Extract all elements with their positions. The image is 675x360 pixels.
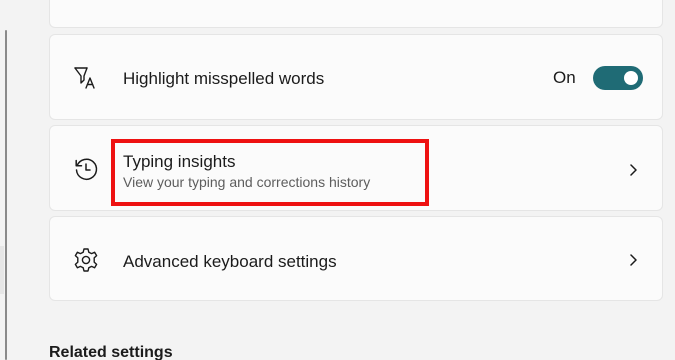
scrollbar-thumb[interactable] xyxy=(5,30,7,360)
highlight-misspelled-card[interactable]: Highlight misspelled words On xyxy=(49,34,663,120)
chevron-right-icon xyxy=(626,163,640,177)
previous-setting-card xyxy=(49,0,663,28)
scrollbar-segment xyxy=(0,246,4,294)
highlight-misspelled-title: Highlight misspelled words xyxy=(123,69,325,88)
typing-insights-subtitle: View your typing and corrections history xyxy=(123,174,371,190)
related-settings-heading: Related settings xyxy=(49,344,173,360)
typing-insights-title: Typing insights xyxy=(123,152,236,171)
chevron-right-icon xyxy=(626,253,640,267)
scrollbar[interactable] xyxy=(0,0,10,360)
advanced-keyboard-card[interactable]: Advanced keyboard settings xyxy=(49,216,663,301)
highlight-misspelled-state: On xyxy=(553,68,576,87)
highlight-misspelled-toggle[interactable] xyxy=(593,66,643,90)
history-icon xyxy=(72,155,100,183)
spellcheck-icon xyxy=(72,64,100,92)
toggle-knob xyxy=(624,71,638,85)
typing-insights-card[interactable]: Typing insights View your typing and cor… xyxy=(49,125,663,211)
gear-icon xyxy=(72,246,100,274)
settings-page: Highlight misspelled words On Typing ins… xyxy=(0,0,675,360)
advanced-keyboard-title: Advanced keyboard settings xyxy=(123,252,337,271)
